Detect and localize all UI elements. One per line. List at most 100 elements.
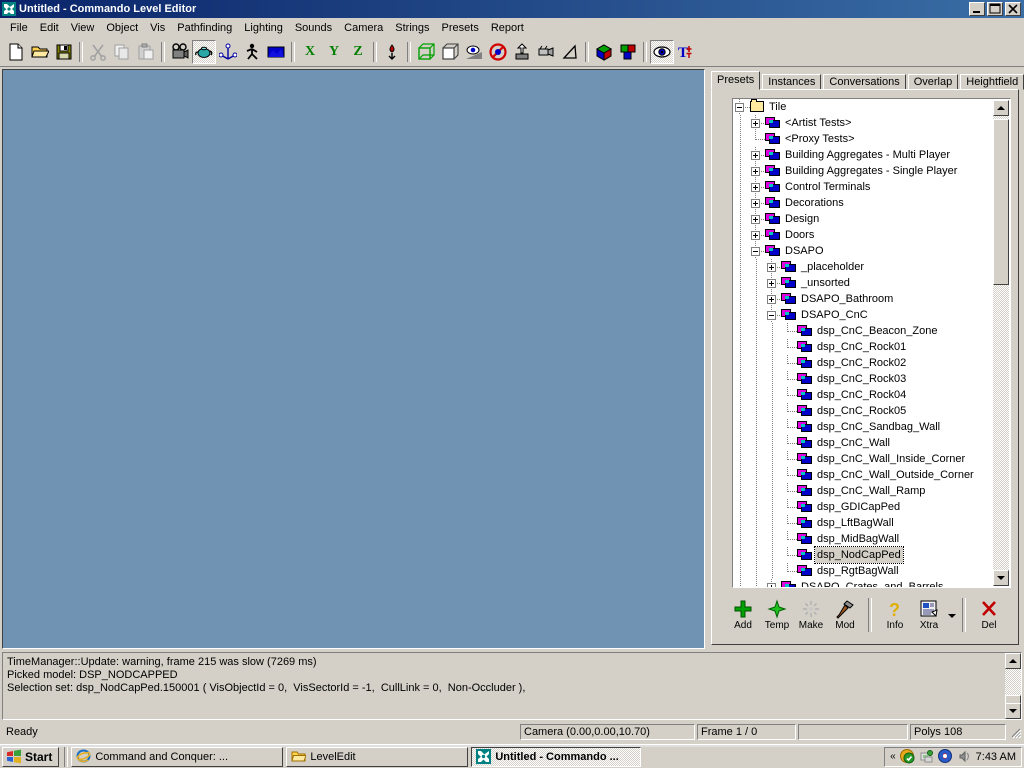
sound-icon[interactable] (938, 749, 953, 764)
tree-item[interactable]: DSAPO (733, 243, 995, 259)
axis-x-icon[interactable]: X (298, 40, 322, 64)
maximize-button[interactable] (987, 2, 1003, 16)
tree-collapse-button[interactable] (749, 243, 765, 259)
menu-vis[interactable]: Vis (144, 20, 171, 36)
heightfield-icon[interactable] (264, 40, 288, 64)
tree-expand-button[interactable] (749, 163, 765, 179)
tree-expand-button[interactable] (765, 579, 781, 587)
tray-expand-icon[interactable]: « (890, 751, 896, 762)
tray-clock[interactable]: 7:43 AM (976, 751, 1016, 763)
tree-expand-button[interactable] (749, 147, 765, 163)
tree-item[interactable]: <Proxy Tests> (733, 131, 995, 147)
new-file-icon[interactable] (4, 40, 28, 64)
scroll-up-button[interactable] (993, 100, 1009, 116)
tree-expand-button[interactable] (749, 179, 765, 195)
log-scroll-up-button[interactable] (1005, 653, 1021, 669)
copy-icon[interactable] (110, 40, 134, 64)
tree-item[interactable]: dsp_MidBagWall (733, 531, 995, 547)
tree-expand-button[interactable] (765, 291, 781, 307)
minimize-button[interactable] (969, 2, 985, 16)
add-preset-button[interactable]: Add (726, 598, 760, 638)
drop-to-ground-icon[interactable] (380, 40, 404, 64)
rgb-cube-icon[interactable] (592, 40, 616, 64)
vis-preview-icon[interactable] (462, 40, 486, 64)
scrollbar-thumb[interactable] (993, 119, 1009, 285)
tree-item[interactable]: dsp_CnC_Wall_Ramp (733, 483, 995, 499)
tree-item[interactable]: Design (733, 211, 995, 227)
teapot-icon[interactable] (192, 40, 216, 64)
menu-report[interactable]: Report (485, 20, 530, 36)
menu-sounds[interactable]: Sounds (289, 20, 338, 36)
tree-item[interactable]: <Artist Tests> (733, 115, 995, 131)
menu-edit[interactable]: Edit (34, 20, 65, 36)
tree-item[interactable]: dsp_GDICapPed (733, 499, 995, 515)
menu-view[interactable]: View (65, 20, 101, 36)
tree-expand-button[interactable] (749, 115, 765, 131)
taskbar-button[interactable]: LevelEdit (286, 747, 468, 767)
xtra-dropdown-arrow-icon[interactable] (948, 614, 956, 618)
tree-item[interactable]: dsp_CnC_Rock05 (733, 403, 995, 419)
paste-clipboard-icon[interactable] (134, 40, 158, 64)
mod-preset-button[interactable]: Mod (828, 598, 862, 638)
menu-presets[interactable]: Presets (436, 20, 485, 36)
tree-item[interactable]: DSAPO_Crates_and_Barrels (733, 579, 995, 587)
menu-file[interactable]: File (4, 20, 34, 36)
vis-sector-icon[interactable] (510, 40, 534, 64)
volume-icon[interactable] (957, 749, 972, 764)
tree-item[interactable]: dsp_CnC_Wall_Outside_Corner (733, 467, 995, 483)
tree-item[interactable]: dsp_CnC_Rock04 (733, 387, 995, 403)
close-button[interactable] (1005, 2, 1021, 16)
shield-update-icon[interactable] (900, 749, 915, 764)
tree-collapse-button[interactable] (765, 307, 781, 323)
measure-angle-icon[interactable] (558, 40, 582, 64)
cut-scissors-icon[interactable] (86, 40, 110, 64)
tree-item[interactable]: Doors (733, 227, 995, 243)
preset-tree[interactable]: Tile<Artist Tests><Proxy Tests>Building … (732, 98, 1011, 588)
tree-item[interactable]: _placeholder (733, 259, 995, 275)
no-vis-icon[interactable] (486, 40, 510, 64)
menu-pathfinding[interactable]: Pathfinding (171, 20, 238, 36)
tree-item[interactable]: dsp_RgtBagWall (733, 563, 995, 579)
xtra-preset-button[interactable]: Xtra (912, 598, 946, 638)
tab-overlap[interactable]: Overlap (908, 74, 959, 90)
tree-item[interactable]: Building Aggregates - Multi Player (733, 147, 995, 163)
tree-expand-button[interactable] (765, 259, 781, 275)
info-preset-button[interactable]: ?Info (878, 598, 912, 638)
log-scrollbar[interactable] (1005, 653, 1021, 719)
menu-camera[interactable]: Camera (338, 20, 389, 36)
tree-item[interactable]: dsp_CnC_Rock03 (733, 371, 995, 387)
tab-conversations[interactable]: Conversations (823, 74, 905, 90)
axis-z-icon[interactable]: Z (346, 40, 370, 64)
delete-preset-button[interactable]: Del (972, 598, 1006, 638)
tab-heightfield[interactable]: Heightfield (960, 74, 1024, 90)
tree-scrollbar[interactable] (993, 100, 1009, 586)
walk-mode-icon[interactable] (240, 40, 264, 64)
tree-item[interactable]: dsp_CnC_Wall_Inside_Corner (733, 451, 995, 467)
open-folder-icon[interactable] (28, 40, 52, 64)
tab-presets[interactable]: Presets (711, 71, 760, 90)
tree-item[interactable]: dsp_LftBagWall (733, 515, 995, 531)
menu-lighting[interactable]: Lighting (238, 20, 289, 36)
tree-item[interactable]: dsp_CnC_Rock01 (733, 339, 995, 355)
tree-item[interactable]: Control Terminals (733, 179, 995, 195)
tree-expand-button[interactable] (749, 211, 765, 227)
tree-item[interactable]: Tile (733, 99, 995, 115)
make-preset-button[interactable]: Make (794, 598, 828, 638)
log-scroll-down-button[interactable] (1005, 703, 1021, 719)
wireframe-box-icon[interactable] (414, 40, 438, 64)
menu-strings[interactable]: Strings (389, 20, 435, 36)
solid-box-icon[interactable] (438, 40, 462, 64)
tab-instances[interactable]: Instances (762, 74, 821, 90)
taskbar-button[interactable]: Untitled - Commando ... (471, 747, 641, 767)
temp-preset-button[interactable]: Temp (760, 598, 794, 638)
tree-expand-button[interactable] (749, 195, 765, 211)
start-button[interactable]: Start (2, 747, 59, 767)
tree-item[interactable]: Decorations (733, 195, 995, 211)
scroll-down-button[interactable] (993, 570, 1009, 586)
camera-icon[interactable] (168, 40, 192, 64)
tree-item[interactable]: dsp_NodCapPed (733, 547, 995, 563)
tree-expand-button[interactable] (765, 275, 781, 291)
axis-gizmo-icon[interactable] (216, 40, 240, 64)
save-disk-icon[interactable] (52, 40, 76, 64)
axis-y-icon[interactable]: Y (322, 40, 346, 64)
